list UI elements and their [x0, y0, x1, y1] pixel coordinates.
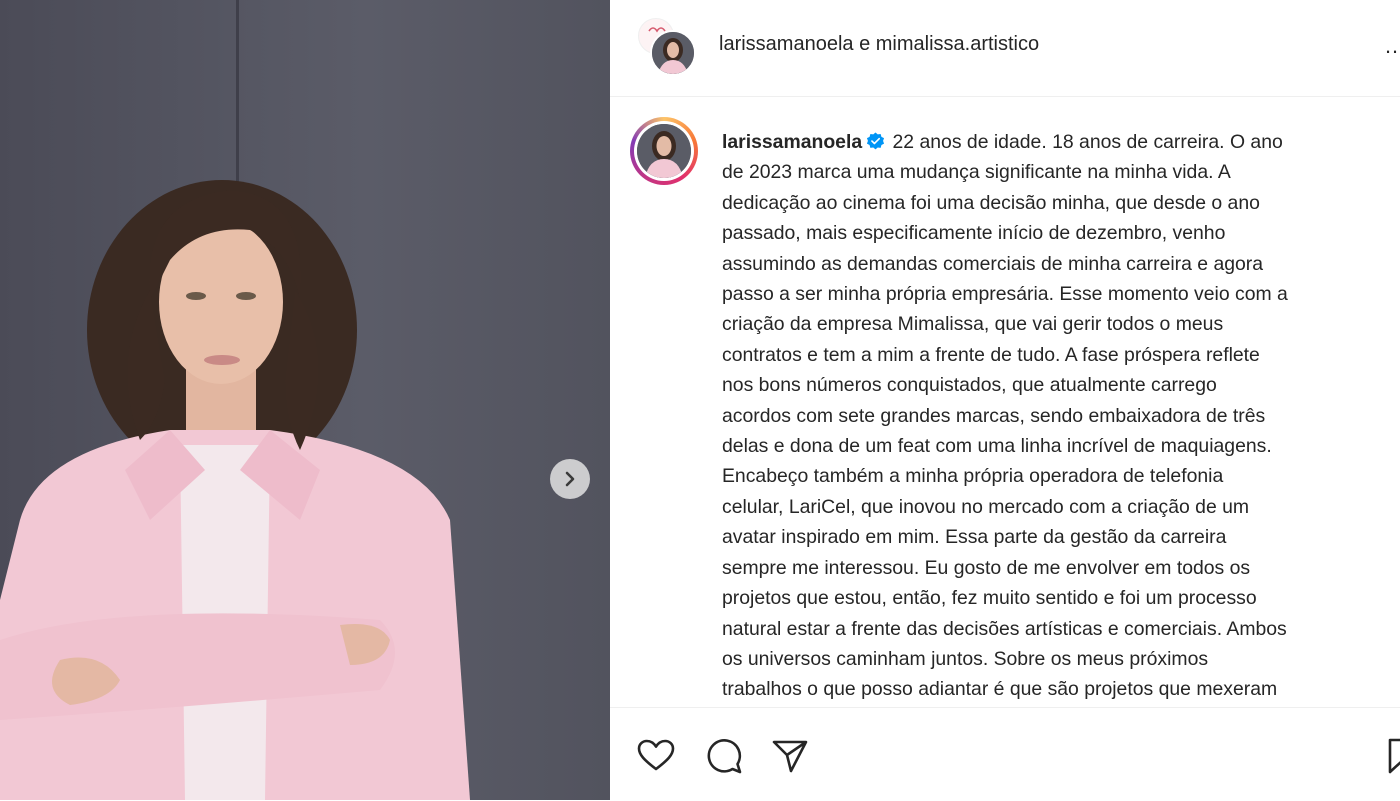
caption-text: larissamanoela 22 anos de idade. 18 anos…	[722, 127, 1394, 705]
post-photo[interactable]	[0, 0, 610, 800]
comment-button[interactable]	[704, 736, 744, 776]
caption-text-line: projetos que estou, então, fez muito sen…	[722, 587, 1257, 610]
heart-icon	[637, 739, 675, 771]
caption-text-line: Encabeço também a minha própria operador…	[722, 465, 1224, 488]
caption-text-line: trabalhos o que posso adiantar é que são…	[722, 678, 1278, 701]
caption-text-line: nos bons números conquistados, que atual…	[722, 374, 1217, 397]
avatar-photo	[637, 124, 691, 178]
caption-text-line: sempre me interessou. Eu gosto de me env…	[722, 556, 1251, 579]
chevron-right-icon	[565, 471, 575, 487]
caption-first-line: larissamanoela 22 anos de idade. 18 anos…	[722, 127, 1394, 157]
caption-text-line: avatar inspirado em mim. Essa parte da g…	[722, 526, 1227, 549]
avatar-photo	[652, 32, 694, 74]
post-actions-bar	[610, 707, 1400, 801]
like-button[interactable]	[636, 736, 676, 776]
caption-author-avatar[interactable]	[630, 117, 698, 185]
bookmark-icon	[1388, 738, 1400, 774]
caption-text-line: delas e dona de um feat com uma linha in…	[722, 435, 1272, 458]
caption-text-line: passado, mais especificamente início de …	[722, 222, 1226, 245]
verified-badge-icon	[867, 132, 885, 150]
caption-text-line: assumindo as demandas comerciais de minh…	[722, 252, 1264, 275]
caption-text-line: acordos com sete grandes marcas, sendo e…	[722, 404, 1266, 427]
caption-username[interactable]: larissamanoela	[722, 131, 862, 153]
post-details-panel: larissamanoela e mimalissa.artistico … l…	[610, 0, 1400, 800]
caption-text-line: os universos caminham juntos. Sobre os m…	[722, 647, 1209, 670]
caption-text-line: celular, LariCel, que inovou no mercado …	[722, 495, 1250, 518]
woman-in-pink-jacket-photo	[0, 180, 470, 800]
caption-text-line: dedicação ao cinema foi uma decisão minh…	[722, 191, 1260, 214]
send-icon	[772, 740, 808, 773]
caption-text-line: natural estar a frente das decisões artí…	[722, 617, 1287, 640]
collab-avatars[interactable]	[638, 18, 698, 78]
post-header: larissamanoela e mimalissa.artistico …	[610, 0, 1400, 97]
more-options-button[interactable]: …	[1384, 33, 1400, 59]
next-photo-button[interactable]	[550, 459, 590, 499]
post-author-names[interactable]: larissamanoela e mimalissa.artistico	[719, 33, 1039, 56]
caption-text-line: contratos e tem a mim a frente de tudo. …	[722, 343, 1260, 366]
save-button[interactable]	[1382, 736, 1400, 776]
caption-text-line: de 2023 marca uma mudança significante n…	[722, 161, 1231, 184]
caption-text-line: 22 anos de idade. 18 anos de carreira. O…	[887, 131, 1283, 153]
caption-text-line: passo a ser minha própria empresária. Es…	[722, 283, 1288, 306]
collab-avatar-larissamanoela[interactable]	[650, 30, 696, 76]
share-button[interactable]	[770, 736, 810, 776]
comment-icon	[707, 739, 742, 774]
caption-section: larissamanoela 22 anos de idade. 18 anos…	[610, 97, 1400, 707]
caption-text-line: criação da empresa Mimalissa, que vai ge…	[722, 313, 1224, 336]
